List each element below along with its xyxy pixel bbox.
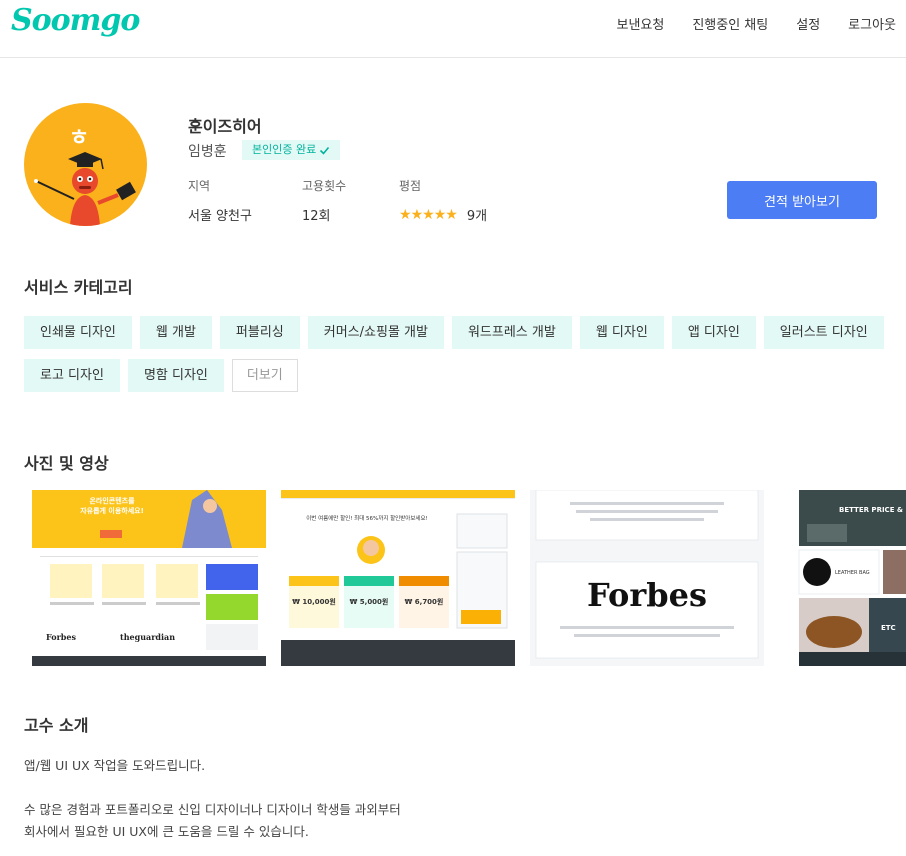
about-line-1: 앱/웹 UI UX 작업을 도와드립니다. (24, 758, 206, 773)
about-line-3: 수 많은 경험과 포트폴리오로 신입 디자이너나 디자이너 학생들 과외부터 (24, 802, 401, 817)
about-line-2 (24, 777, 401, 799)
nav-logout[interactable]: 로그아웃 (848, 14, 896, 33)
portfolio-thumb-4[interactable]: BETTER PRICE & LEATHER BAG ETC (779, 490, 906, 666)
more-categories-button[interactable]: 더보기 (231, 359, 298, 392)
category-chip[interactable]: 로고 디자인 (24, 359, 120, 392)
nav-active-chats[interactable]: 진행중인 채팅 (692, 14, 768, 33)
category-chip[interactable]: 명함 디자인 (127, 359, 224, 392)
avatar-char: ㅎ (69, 126, 89, 151)
about-line-4: 회사에서 필요한 UI UX에 큰 도움을 드릴 수 있습니다. (24, 824, 309, 839)
media-title: 사진 및 영상 (24, 454, 109, 473)
star-icon: ★ (433, 206, 447, 223)
rating-count: 9개 (466, 209, 488, 224)
region-label: 지역 (188, 179, 211, 193)
svg-text:자유롭게 이용하세요!: 자유롭게 이용하세요! (80, 506, 144, 515)
portfolio-thumb-1[interactable]: 온라인콘텐츠를 자유롭게 이용하세요! Forbes theguardian (32, 490, 266, 666)
top-nav: 보낸요청 진행중인 채팅 설정 로그아웃 (588, 14, 896, 33)
svg-text:이번 여름에만 할인! 최대 56%까지 할인받아보세요!: 이번 여름에만 할인! 최대 56%까지 할인받아보세요! (306, 514, 428, 522)
svg-text:LEATHER BAG: LEATHER BAG (835, 570, 870, 576)
service-category-list: 인쇄물 디자인 웹 개발 퍼블리싱 커머스/쇼핑몰 개발 워드프레스 개발 웹 디자인 앱 … (24, 316, 884, 392)
rating-label: 평점 (399, 179, 422, 193)
category-chip[interactable]: 인쇄물 디자인 (24, 316, 132, 349)
nav-settings[interactable]: 설정 (796, 14, 820, 33)
svg-text:ETC: ETC (881, 624, 896, 632)
star-icon: ★ (410, 206, 424, 223)
expert-nickname: 훈이즈히어 (188, 117, 262, 136)
star-icon: ★ (422, 206, 435, 223)
category-chip[interactable]: 웹 디자인 (579, 316, 664, 349)
svg-text:₩ 10,000원: ₩ 10,000원 (292, 597, 336, 606)
category-chip[interactable]: 웹 개발 (139, 316, 212, 349)
category-chip[interactable]: 일러스트 디자인 (763, 316, 884, 349)
category-chip[interactable]: 커머스/쇼핑몰 개발 (307, 316, 444, 349)
thumb-2-graphic: 이번 여름에만 할인! 최대 56%까지 할인받아보세요! ₩ 10,000원 … (281, 490, 515, 666)
about-text: 앱/웹 UI UX 작업을 도와드립니다. 수 많은 경험과 포트폴리오로 신입… (24, 755, 401, 843)
star-icon: ★ (445, 206, 458, 223)
star-icon: ★ (399, 206, 412, 223)
hires-value: 12회 (302, 209, 331, 224)
about-title: 고수 소개 (24, 716, 89, 735)
soomgo-logo[interactable]: Soomgo (11, 3, 140, 38)
svg-text:BETTER PRICE &: BETTER PRICE & (839, 506, 903, 514)
avatar: ㅎ (24, 103, 147, 226)
rating-info: 평점 ★ ★ ★ ★ ★ 9개 (399, 177, 487, 224)
hires-label: 고용횟수 (302, 179, 347, 193)
svg-text:theguardian: theguardian (120, 632, 175, 642)
region-value: 서울 양천구 (188, 209, 252, 224)
hires-info: 고용횟수 12회 (302, 177, 346, 224)
thumb-4-graphic: BETTER PRICE & LEATHER BAG ETC (798, 490, 906, 666)
check-icon (320, 146, 330, 155)
category-chip[interactable]: 워드프레스 개발 (451, 316, 572, 349)
category-chip[interactable]: 퍼블리싱 (219, 316, 300, 349)
region-info: 지역 서울 양천구 (188, 177, 252, 224)
verified-badge: 본인인증 완료 (242, 140, 341, 160)
svg-text:₩ 6,700원: ₩ 6,700원 (405, 597, 444, 606)
verified-label: 본인인증 완료 (252, 143, 317, 156)
media-gallery: 온라인콘텐츠를 자유롭게 이용하세요! Forbes theguardian 이… (0, 490, 906, 666)
get-quote-button[interactable]: 견적 받아보기 (727, 181, 877, 219)
svg-text:온라인콘텐츠를: 온라인콘텐츠를 (89, 496, 135, 505)
thumb-1-graphic: 온라인콘텐츠를 자유롭게 이용하세요! Forbes theguardian (32, 490, 266, 666)
avatar-illustration: ㅎ (34, 126, 136, 226)
forbes-logo: Forbes (587, 576, 707, 614)
thumb-3-graphic: Forbes (530, 490, 764, 666)
portfolio-thumb-3[interactable]: Forbes (530, 490, 764, 666)
service-category-title: 서비스 카테고리 (24, 278, 133, 297)
top-header: Soomgo 보낸요청 진행중인 채팅 설정 로그아웃 (0, 0, 906, 58)
category-chip[interactable]: 앱 디자인 (671, 316, 756, 349)
nav-sent-requests[interactable]: 보낸요청 (616, 14, 664, 33)
portfolio-thumb-2[interactable]: 이번 여름에만 할인! 최대 56%까지 할인받아보세요! ₩ 10,000원 … (281, 490, 515, 666)
svg-text:Forbes: Forbes (46, 632, 76, 642)
rating-stars: ★ ★ ★ ★ ★ (399, 206, 458, 223)
rating-value: ★ ★ ★ ★ ★ 9개 (399, 205, 488, 225)
expert-real-name: 임병훈 (188, 144, 227, 160)
svg-text:₩ 5,000원: ₩ 5,000원 (350, 597, 389, 606)
